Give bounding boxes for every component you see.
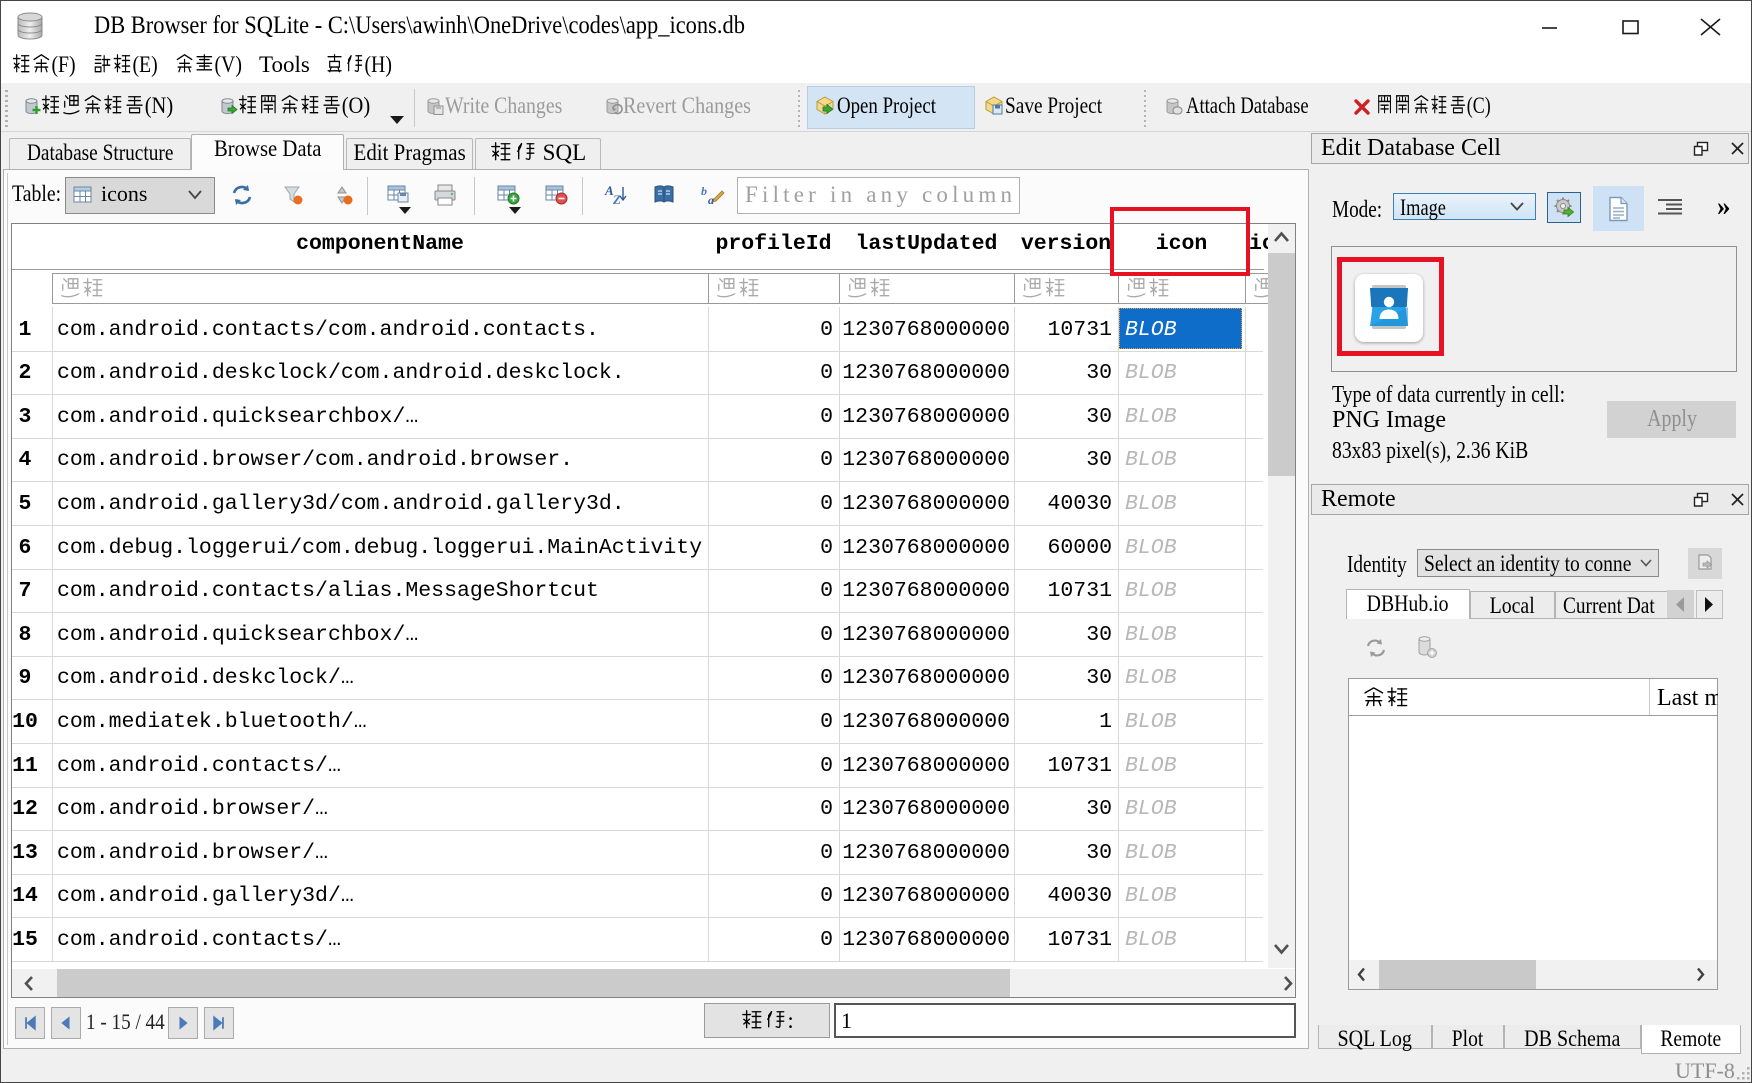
svg-text:Z: Z — [612, 192, 621, 207]
svg-text:a: a — [708, 193, 714, 207]
svg-text:b: b — [701, 184, 707, 198]
